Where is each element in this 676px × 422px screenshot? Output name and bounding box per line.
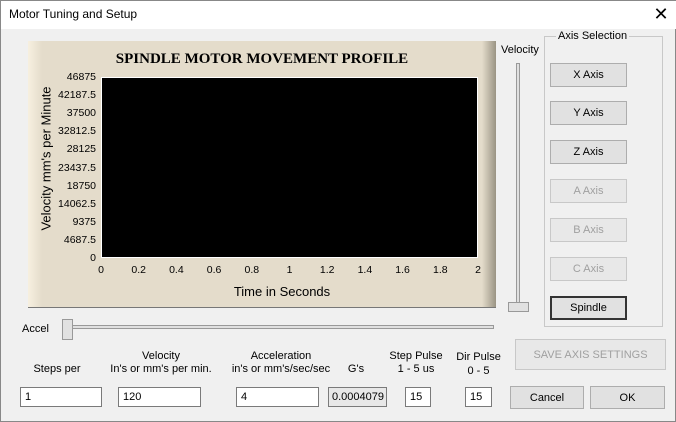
step-pulse-sublabel: 1 - 5 us xyxy=(397,363,435,375)
x-tick-label: 0.8 xyxy=(244,264,260,276)
x-tick-label: 1.2 xyxy=(319,264,335,276)
y-tick-label: 23437.5 xyxy=(58,161,96,174)
x-tick-label: 1.4 xyxy=(357,264,373,276)
acceleration-field-label: Acceleration xyxy=(250,350,312,362)
velocity-field-sublabel: In's or mm's per min. xyxy=(110,363,212,375)
accel-slider-track[interactable] xyxy=(63,325,494,329)
velocity-field-label: Velocity xyxy=(142,350,180,362)
save-axis-settings-button[interactable]: SAVE AXIS SETTINGS xyxy=(515,339,666,370)
gs-readout: 0.0004079 xyxy=(328,387,387,407)
axis-button-x-axis[interactable]: X Axis xyxy=(550,63,627,87)
steps-per-label: Steps per xyxy=(33,363,81,375)
axis-button-spindle[interactable]: Spindle xyxy=(550,296,627,320)
dir-pulse-label: Dir Pulse xyxy=(456,351,501,363)
dir-pulse-sublabel: 0 - 5 xyxy=(467,365,490,377)
steps-per-input[interactable]: 1 xyxy=(20,387,102,407)
chart-title: SPINDLE MOTOR MOVEMENT PROFILE xyxy=(115,51,409,67)
y-tick-label: 46875 xyxy=(66,71,96,83)
y-tick-label: 4687.5 xyxy=(63,233,96,246)
x-tick-label: 0.4 xyxy=(169,264,184,276)
axis-button-z-axis[interactable]: Z Axis xyxy=(550,140,627,164)
acceleration-field-sublabel: in's or mm's/sec/sec xyxy=(231,363,331,375)
velocity-input[interactable]: 120 xyxy=(118,387,201,407)
close-icon[interactable]: ✕ xyxy=(649,3,673,25)
velocity-slider-track[interactable] xyxy=(516,63,520,307)
plot-area xyxy=(101,77,478,258)
y-tick-label: 28125 xyxy=(66,143,96,156)
axis-button-y-axis[interactable]: Y Axis xyxy=(550,101,627,125)
y-tick-label: 18750 xyxy=(66,179,96,192)
velocity-slider-thumb[interactable] xyxy=(508,302,529,312)
window-title: Motor Tuning and Setup xyxy=(9,7,138,21)
step-pulse-label: Step Pulse xyxy=(389,350,443,362)
step-pulse-input[interactable]: 15 xyxy=(405,387,431,407)
x-tick-label: 1 xyxy=(286,264,293,276)
dir-pulse-input[interactable]: 15 xyxy=(465,387,492,407)
axis-button-c-axis[interactable]: C Axis xyxy=(550,257,627,281)
cancel-button[interactable]: Cancel xyxy=(510,386,584,409)
x-tick-label: 0.6 xyxy=(206,264,222,276)
x-tick-label: 0.2 xyxy=(131,264,146,276)
axis-button-b-axis[interactable]: B Axis xyxy=(550,218,627,242)
axis-selection-label: Axis Selection xyxy=(556,30,630,42)
x-tick-label: 1.8 xyxy=(432,264,448,276)
y-tick-label: 14062.5 xyxy=(58,197,96,210)
accel-slider-thumb[interactable] xyxy=(62,319,73,340)
x-tick-label: 0 xyxy=(98,264,104,276)
y-tick-label: 0 xyxy=(90,252,96,264)
axis-button-a-axis[interactable]: A Axis xyxy=(550,179,627,203)
ok-button[interactable]: OK xyxy=(590,386,665,409)
x-axis-label: Time in Seconds xyxy=(233,284,331,299)
y-tick-label: 32812.5 xyxy=(58,125,96,138)
title-bar: Motor Tuning and Setup ✕ xyxy=(1,1,676,29)
x-tick-label: 2 xyxy=(475,264,481,276)
x-tick-label: 1.6 xyxy=(395,264,410,276)
y-tick-label: 42187.5 xyxy=(58,89,96,102)
chart-panel: SPINDLE MOTOR MOVEMENT PROFILE Velocity … xyxy=(28,41,496,308)
accel-label: Accel xyxy=(22,323,49,335)
y-tick-label: 37500 xyxy=(66,107,96,120)
acceleration-input[interactable]: 4 xyxy=(236,387,319,407)
velocity-label: Velocity xyxy=(501,44,539,56)
y-tick-label: 9375 xyxy=(72,215,96,228)
gs-label: G's xyxy=(347,363,365,375)
